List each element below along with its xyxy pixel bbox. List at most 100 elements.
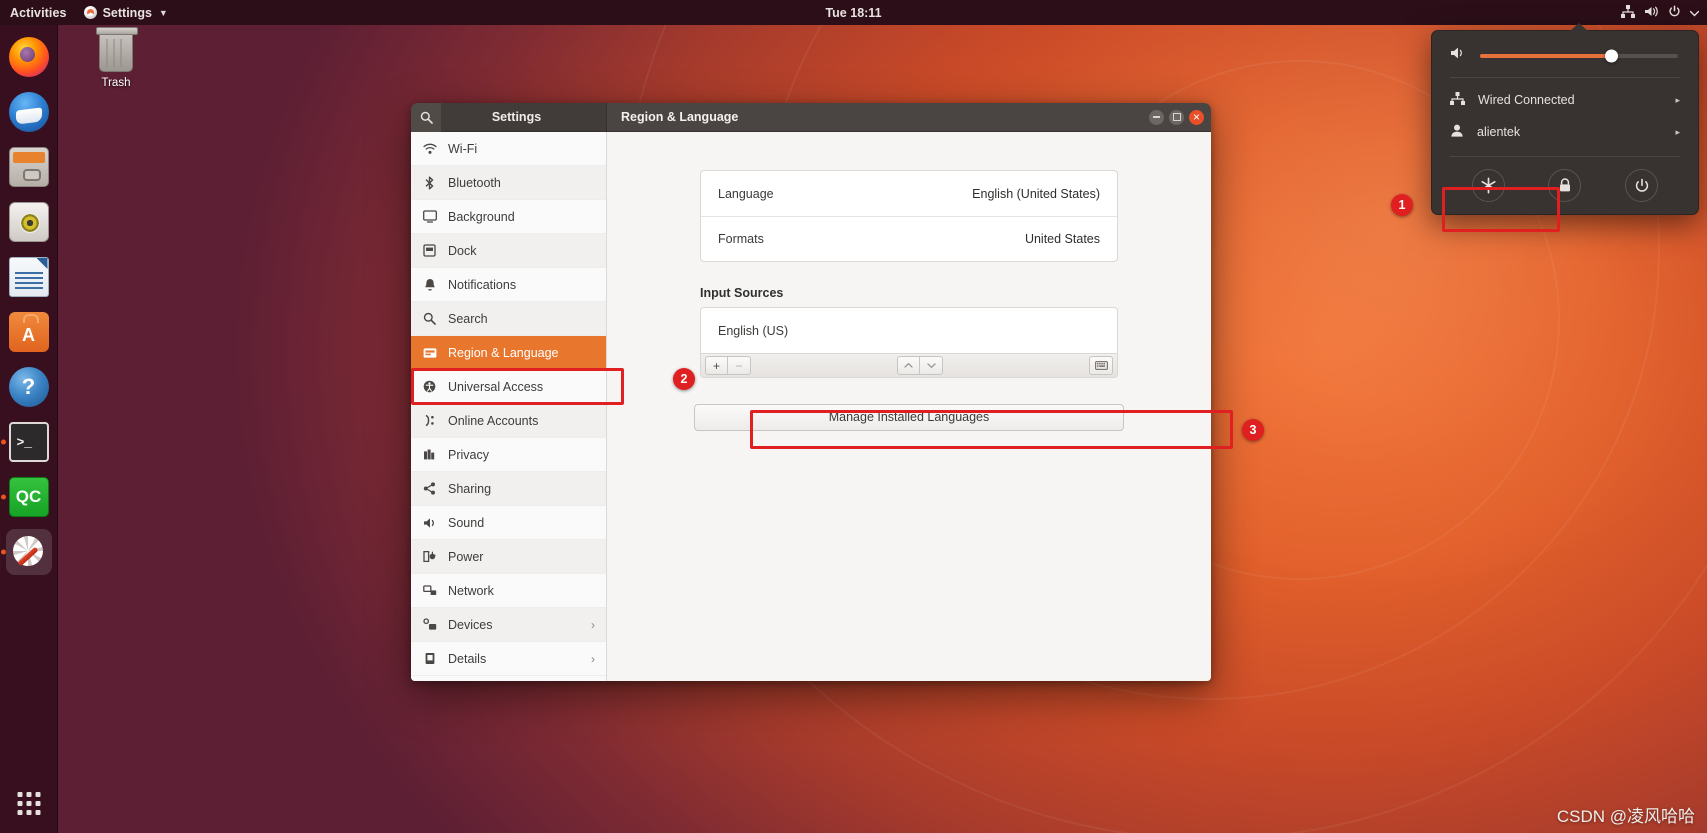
maximize-button[interactable] [1169, 109, 1184, 125]
network-wired-icon [1450, 92, 1465, 108]
running-indicator [0, 549, 6, 555]
sharing-icon [422, 482, 437, 495]
add-input-source-button[interactable]: + [705, 356, 728, 375]
show-applications-button[interactable] [17, 792, 40, 815]
grid-dot [17, 792, 22, 797]
row-formats[interactable]: Formats United States [701, 216, 1117, 261]
volume-slider[interactable] [1480, 49, 1678, 62]
lock-icon [1559, 178, 1570, 192]
sidebar-item-sound[interactable]: Sound [411, 506, 606, 540]
dock-item-thunderbird[interactable] [6, 89, 52, 135]
dock-item-qc[interactable] [0, 474, 52, 520]
chevron-right-icon: › [591, 651, 595, 666]
dock-item-files[interactable] [6, 144, 52, 190]
sidebar-item-online-accounts[interactable]: Online Accounts [411, 404, 606, 438]
wifi-icon [422, 143, 437, 155]
system-menu-lock-button[interactable] [1548, 169, 1582, 202]
input-sources-toolbar: + − [700, 353, 1118, 378]
sidebar-item-dock[interactable]: Dock [411, 234, 606, 268]
desktop-icon-trash[interactable]: Trash [86, 27, 146, 89]
input-source-label: English (US) [718, 323, 789, 338]
running-indicator [0, 494, 6, 500]
sidebar-item-privacy[interactable]: Privacy [411, 438, 606, 472]
app-menu-button[interactable]: Settings ▼ [76, 6, 176, 20]
row-language[interactable]: Language English (United States) [701, 171, 1117, 216]
dock-item-ubuntu-software[interactable] [6, 309, 52, 355]
system-menu-item-user[interactable]: alientek ▸ [1432, 116, 1698, 148]
dock-item-firefox[interactable] [6, 34, 52, 80]
row-label: Formats [718, 232, 764, 246]
sidebar-item-network[interactable]: Network [411, 574, 606, 608]
power-plug-icon [422, 550, 437, 563]
activities-button[interactable]: Activities [0, 6, 76, 20]
grid-dot [35, 792, 40, 797]
sidebar-item-background[interactable]: Background [411, 200, 606, 234]
grid-dot [17, 810, 22, 815]
sidebar-item-label: Sharing [448, 481, 492, 496]
dock-item-libreoffice-writer[interactable] [6, 254, 52, 300]
chevron-right-icon: › [591, 617, 595, 632]
dock-item-rhythmbox[interactable] [6, 199, 52, 245]
window-controls [1149, 109, 1204, 125]
network-icon [422, 584, 437, 597]
clock[interactable]: Tue 18:11 [0, 6, 1707, 20]
chevron-down-icon [1689, 6, 1700, 20]
dock-item-settings[interactable] [0, 529, 52, 575]
sidebar-item-search[interactable]: Search [411, 302, 606, 336]
rhythmbox-icon [8, 202, 49, 242]
system-menu-settings-button[interactable] [1471, 169, 1505, 202]
close-button[interactable] [1189, 109, 1204, 125]
move-up-button[interactable] [897, 356, 920, 375]
devices-icon [422, 618, 437, 631]
sidebar-item-wi-fi[interactable]: Wi-Fi [411, 132, 606, 166]
keyboard-shortcuts-button[interactable] [1089, 356, 1113, 375]
volume-icon [1644, 5, 1659, 21]
online-accounts-icon [422, 414, 437, 427]
system-menu-item-wired[interactable]: Wired Connected ▸ [1432, 84, 1698, 116]
sidebar-item-label: Privacy [448, 447, 489, 462]
system-menu-power-button[interactable] [1625, 169, 1659, 202]
status-indicators[interactable] [1621, 4, 1700, 21]
sidebar-item-sharing[interactable]: Sharing [411, 472, 606, 506]
input-source-item[interactable]: English (US) [701, 308, 1117, 353]
settings-window: Settings Region & Language Wi-Fi [411, 103, 1211, 681]
row-value: English (United States) [972, 186, 1100, 201]
sidebar-item-notifications[interactable]: Notifications [411, 268, 606, 302]
sidebar-item-label: Search [448, 311, 488, 326]
chevron-right-icon: ▸ [1675, 126, 1680, 137]
settings-gear-icon [9, 532, 49, 572]
sidebar-item-label: Dock [448, 243, 477, 258]
search-button[interactable] [411, 103, 441, 132]
window-titlebar: Region & Language [607, 103, 1211, 131]
sidebar-item-details[interactable]: Details › [411, 642, 606, 676]
manage-installed-languages-button[interactable]: Manage Installed Languages [694, 404, 1124, 431]
sidebar-item-power[interactable]: Power [411, 540, 606, 574]
reorder-buttons [751, 356, 1089, 375]
annotation-number-1: 1 [1391, 194, 1413, 216]
thunderbird-icon [8, 92, 49, 132]
network-wired-icon [1621, 4, 1635, 21]
sidebar-item-devices[interactable]: Devices › [411, 608, 606, 642]
sidebar-item-universal-access[interactable]: Universal Access [411, 370, 606, 404]
background-icon [422, 210, 437, 223]
minimize-button[interactable] [1149, 109, 1164, 125]
grid-dot [26, 810, 31, 815]
dock-icon [422, 244, 437, 257]
volume-fill [1480, 53, 1611, 58]
row-label: Language [718, 186, 774, 201]
remove-input-source-button[interactable]: − [728, 356, 751, 375]
sidebar-item-bluetooth[interactable]: Bluetooth [411, 166, 606, 200]
sidebar-item-label: Background [448, 209, 515, 224]
move-down-button[interactable] [920, 356, 943, 375]
volume-slider-row[interactable] [1432, 43, 1698, 77]
sidebar-item-label: Universal Access [448, 379, 544, 394]
language-formats-card: Language English (United States) Formats… [700, 170, 1118, 262]
libreoffice-writer-icon [8, 257, 49, 297]
volume-knob[interactable] [1604, 49, 1618, 62]
dock-item-help[interactable] [6, 364, 52, 410]
sidebar-item-region-language[interactable]: Region & Language [411, 336, 606, 370]
input-sources-heading: Input Sources [700, 286, 784, 300]
dock-item-terminal[interactable] [0, 419, 52, 465]
grid-dot [26, 801, 31, 806]
trash-icon [96, 27, 138, 72]
